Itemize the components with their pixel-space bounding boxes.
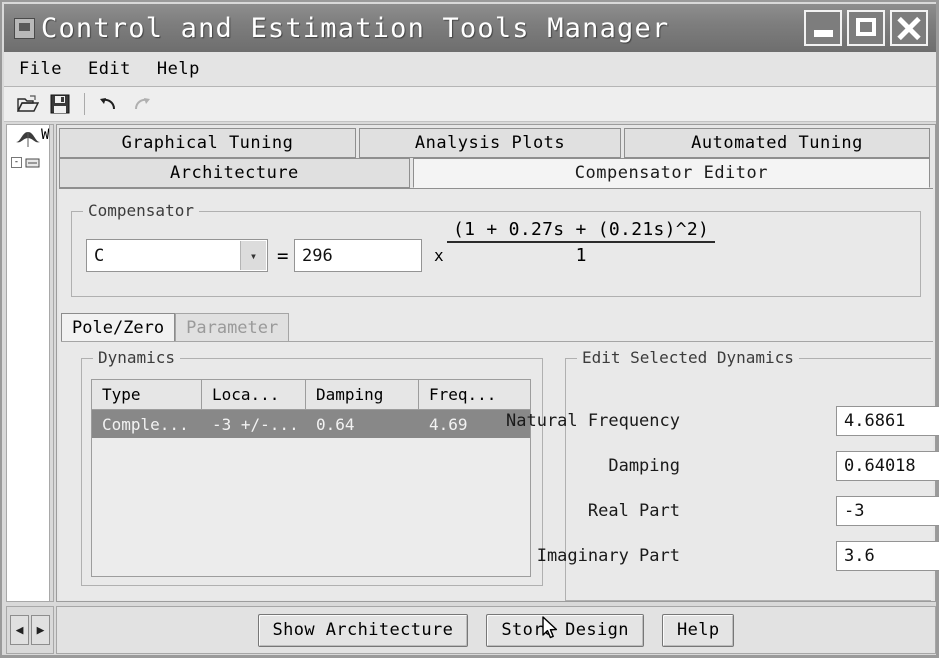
tab-row-secondary: Architecture Compensator Editor <box>59 158 933 189</box>
value-damping: 0.64018 <box>844 456 916 476</box>
matlab-window-icon <box>14 17 35 39</box>
input-real-part[interactable]: -3 <box>836 496 939 526</box>
column-header-type[interactable]: Type <box>92 380 202 409</box>
design-tree-panel[interactable]: W - <box>6 124 54 602</box>
compensator-select[interactable]: C ▾ <box>86 239 268 272</box>
show-architecture-button[interactable]: Show Architecture <box>257 613 469 647</box>
minimize-button[interactable] <box>804 10 842 46</box>
menu-item-edit[interactable]: Edit <box>85 57 134 81</box>
input-imaginary-part[interactable]: 3.6 <box>836 541 939 571</box>
label-real-part: Real Part <box>587 501 680 521</box>
gain-value: 296 <box>302 245 333 266</box>
tab-pole-zero[interactable]: Pole/Zero <box>61 313 176 342</box>
chevron-down-icon[interactable]: ▾ <box>240 241 266 270</box>
field-natural-frequency: Natural Frequency 4.6861 <box>506 405 939 437</box>
footer-button-bar: Show Architecture Store Design Help <box>56 606 936 654</box>
column-header-location[interactable]: Loca... <box>202 380 306 409</box>
tab-compensator-editor[interactable]: Compensator Editor <box>412 158 930 188</box>
matlab-membrane-icon <box>15 129 41 149</box>
title-bar: Control and Estimation Tools Manager <box>4 4 936 52</box>
compensator-group-title: Compensator <box>83 201 199 220</box>
tab-analysis-plots[interactable]: Analysis Plots <box>358 128 622 158</box>
tree-panel-edge <box>49 125 53 601</box>
cell-location: -3 +/-... <box>212 414 299 434</box>
dynamics-group: Dynamics Type Loca... Damping Freq... Co… <box>81 348 543 586</box>
pole-zero-panel: Dynamics Type Loca... Damping Freq... Co… <box>61 341 939 601</box>
label-damping: Damping <box>608 456 680 476</box>
redo-arrow-icon <box>127 91 155 117</box>
tree-horizontal-scroll[interactable]: ◀ ▶ <box>6 606 54 654</box>
column-header-frequency[interactable]: Freq... <box>419 380 530 409</box>
tab-graphical-tuning[interactable]: Graphical Tuning <box>59 128 356 158</box>
close-button[interactable] <box>890 10 928 46</box>
multiply-sign: x <box>434 246 444 265</box>
field-imaginary-part: Imaginary Part 3.6 <box>537 540 939 572</box>
gain-input[interactable]: 296 <box>294 239 422 272</box>
dynamics-group-title: Dynamics <box>93 348 181 367</box>
save-floppy-icon[interactable] <box>46 91 74 117</box>
inner-tab-row: Pole/Zero Parameter <box>61 313 933 342</box>
edit-selected-dynamics-title: Edit Selected Dynamics <box>577 348 799 367</box>
fraction-denominator: 1 <box>575 245 587 266</box>
table-empty-area <box>92 438 530 576</box>
equals-sign: = <box>277 245 289 267</box>
menu-bar: File Edit Help <box>4 52 936 87</box>
open-folder-icon[interactable] <box>14 91 42 117</box>
tool-bar <box>4 87 936 122</box>
edit-selected-dynamics-group: Edit Selected Dynamics Natural Frequency… <box>506 348 939 601</box>
table-header-row: Type Loca... Damping Freq... <box>92 380 530 410</box>
scroll-right-arrow-icon[interactable]: ▶ <box>31 615 50 645</box>
scroll-left-arrow-icon[interactable]: ◀ <box>10 615 29 645</box>
menu-item-help[interactable]: Help <box>154 57 203 81</box>
compensator-editor-panel: Compensator C ▾ = 296 x (1 + 0.27s + (0.… <box>59 188 939 601</box>
tab-automated-tuning[interactable]: Automated Tuning <box>624 128 930 158</box>
main-content-panel: Graphical Tuning Analysis Plots Automate… <box>56 124 939 602</box>
table-row[interactable]: Comple... -3 +/-... 0.64 4.69 <box>92 410 530 438</box>
maximize-button[interactable] <box>847 10 885 46</box>
value-imaginary-part: 3.6 <box>844 546 875 566</box>
design-node-icon <box>25 155 41 169</box>
menu-item-file[interactable]: File <box>16 57 65 81</box>
tab-parameter[interactable]: Parameter <box>175 313 290 342</box>
value-natural-frequency: 4.6861 <box>844 411 906 431</box>
undo-arrow-icon[interactable] <box>95 91 123 117</box>
window-title: Control and Estimation Tools Manager <box>41 12 670 44</box>
label-imaginary-part: Imaginary Part <box>536 546 680 566</box>
field-damping: Damping 0.64018 <box>566 450 939 482</box>
toolbar-separator <box>84 93 85 115</box>
tab-architecture[interactable]: Architecture <box>59 158 410 188</box>
store-design-button[interactable]: Store Design <box>486 613 644 647</box>
label-natural-frequency: Natural Frequency <box>506 411 680 431</box>
cell-type: Comple... <box>102 414 189 434</box>
column-header-damping[interactable]: Damping <box>306 380 419 409</box>
cell-damping: 0.64 <box>316 414 355 434</box>
input-natural-frequency[interactable]: 4.6861 <box>836 406 939 436</box>
dynamics-table[interactable]: Type Loca... Damping Freq... Comple... -… <box>91 379 531 577</box>
window-controls <box>804 10 928 46</box>
transfer-function-fraction: (1 + 0.27s + (0.21s)^2) 1 <box>447 219 716 266</box>
value-real-part: -3 <box>844 501 865 521</box>
compensator-group: Compensator C ▾ = 296 x (1 + 0.27s + (0.… <box>71 201 921 297</box>
tab-row-primary: Graphical Tuning Analysis Plots Automate… <box>59 128 933 158</box>
field-real-part: Real Part -3 <box>566 495 939 527</box>
input-damping[interactable]: 0.64018 <box>836 451 939 481</box>
application-window: Control and Estimation Tools Manager Fil… <box>0 0 939 658</box>
fraction-numerator: (1 + 0.27s + (0.21s)^2) <box>453 219 710 240</box>
compensator-select-value: C <box>94 245 105 266</box>
tree-expander-toggle[interactable]: - <box>11 157 22 168</box>
help-button[interactable]: Help <box>661 613 735 647</box>
